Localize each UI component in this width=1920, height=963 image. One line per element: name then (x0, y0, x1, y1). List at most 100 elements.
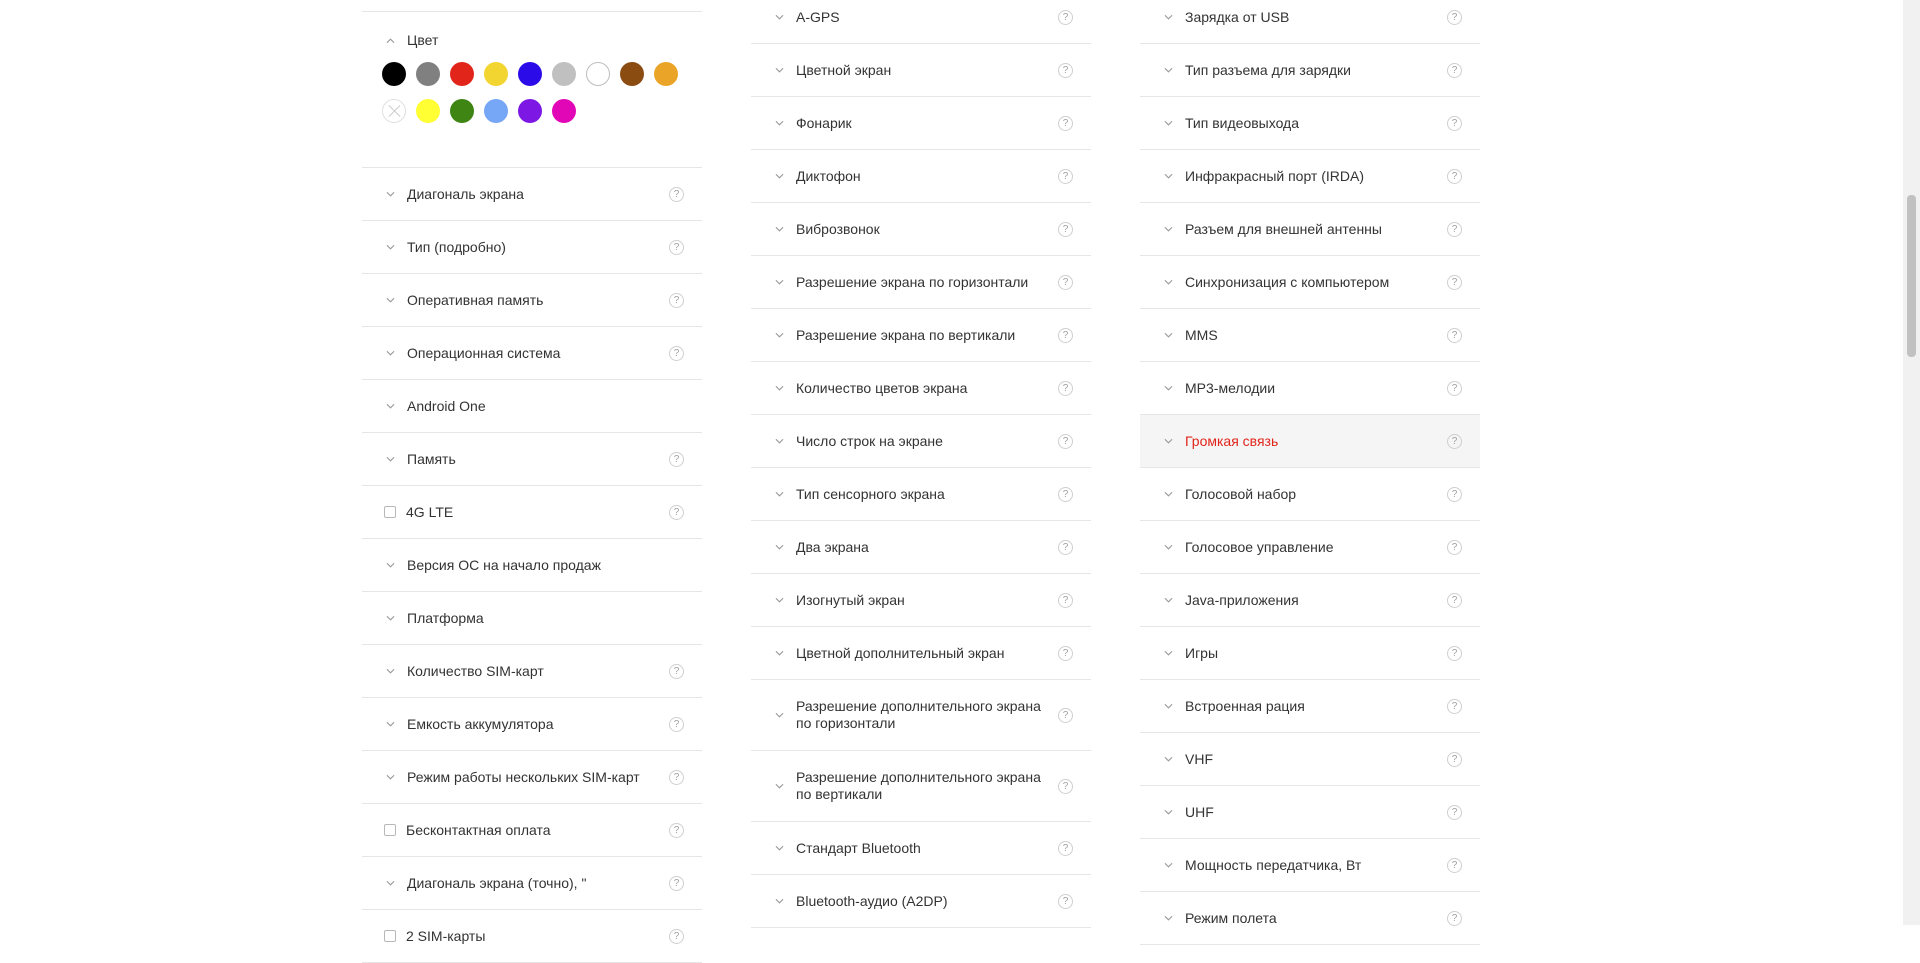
help-icon[interactable]: ? (1058, 62, 1073, 78)
filter-row[interactable]: Фонарик? (751, 97, 1091, 150)
help-icon[interactable]: ? (1058, 327, 1073, 343)
filter-row[interactable]: A-GPS? (751, 0, 1091, 44)
help-icon[interactable]: ? (1058, 9, 1073, 25)
help-icon[interactable]: ? (1447, 698, 1462, 714)
filter-row[interactable]: Диктофон? (751, 150, 1091, 203)
filter-row[interactable]: Диагональ экрана (точно), "? (362, 857, 702, 910)
help-icon[interactable]: ? (1447, 645, 1462, 661)
filter-row[interactable]: Диагональ экрана? (362, 168, 702, 221)
filter-row[interactable]: VHF? (1140, 733, 1480, 786)
filter-row[interactable]: Виброзвонок? (751, 203, 1091, 256)
filter-row[interactable]: Версия ОС на начало продаж (362, 539, 702, 592)
color-filter-header[interactable]: Цвет (382, 32, 448, 49)
help-icon[interactable]: ? (1447, 857, 1462, 873)
filter-row[interactable]: Цветной дополнительный экран? (751, 627, 1091, 680)
color-swatch-none[interactable] (382, 99, 406, 123)
color-swatch[interactable] (416, 62, 440, 86)
filter-row[interactable]: Два экрана? (751, 521, 1091, 574)
filter-row[interactable]: Изогнутый экран? (751, 574, 1091, 627)
filter-checkbox[interactable] (384, 506, 396, 518)
filter-row[interactable]: Память? (362, 433, 702, 486)
filter-checkbox[interactable] (384, 824, 396, 836)
filter-row[interactable]: Громкая связь? (1140, 415, 1480, 468)
help-icon[interactable]: ? (1447, 910, 1462, 926)
filter-row[interactable]: Разрешение дополнительного экрана по вер… (751, 751, 1091, 822)
filter-row[interactable]: Зарядка от USB? (1140, 0, 1480, 44)
filter-checkbox-row[interactable]: 2 SIM-карты? (362, 910, 702, 963)
help-icon[interactable]: ? (1447, 433, 1462, 449)
color-swatch[interactable] (518, 99, 542, 123)
help-icon[interactable]: ? (1058, 486, 1073, 502)
filter-row[interactable]: Тип (подробно)? (362, 221, 702, 274)
help-icon[interactable]: ? (1447, 539, 1462, 555)
filter-row[interactable]: Стандарт Bluetooth? (751, 822, 1091, 875)
filter-row[interactable]: Разрешение экрана по горизонтали? (751, 256, 1091, 309)
help-icon[interactable]: ? (1058, 380, 1073, 396)
help-icon[interactable]: ? (1447, 168, 1462, 184)
help-icon[interactable]: ? (1447, 274, 1462, 290)
filter-row[interactable]: Голосовой набор? (1140, 468, 1480, 521)
color-swatch[interactable] (518, 62, 542, 86)
help-icon[interactable]: ? (669, 928, 684, 944)
filter-row[interactable]: Тип разъема для зарядки? (1140, 44, 1480, 97)
help-icon[interactable]: ? (669, 875, 684, 891)
filter-checkbox-row[interactable]: 4G LTE? (362, 486, 702, 539)
help-icon[interactable]: ? (1447, 751, 1462, 767)
filter-row[interactable]: Режим работы нескольких SIM-карт? (362, 751, 702, 804)
help-icon[interactable]: ? (669, 822, 684, 838)
filter-row[interactable]: Bluetooth-аудио (A2DP)? (751, 875, 1091, 928)
help-icon[interactable]: ? (1058, 645, 1073, 661)
help-icon[interactable]: ? (1447, 9, 1462, 25)
help-icon[interactable]: ? (1058, 115, 1073, 131)
help-icon[interactable]: ? (669, 769, 684, 785)
color-swatch[interactable] (382, 62, 406, 86)
help-icon[interactable]: ? (1447, 62, 1462, 78)
help-icon[interactable]: ? (1058, 840, 1073, 856)
filter-row[interactable]: MP3-мелодии? (1140, 362, 1480, 415)
help-icon[interactable]: ? (669, 504, 684, 520)
help-icon[interactable]: ? (1447, 804, 1462, 820)
filter-row[interactable]: Голосовое управление? (1140, 521, 1480, 574)
color-swatch[interactable] (586, 62, 610, 86)
filter-row[interactable]: Операционная система? (362, 327, 702, 380)
scrollbar-thumb[interactable] (1907, 195, 1916, 357)
filter-row[interactable]: Android One (362, 380, 702, 433)
color-swatch[interactable] (484, 62, 508, 86)
help-icon[interactable]: ? (669, 663, 684, 679)
filter-row[interactable]: Емкость аккумулятора? (362, 698, 702, 751)
filter-row[interactable]: Java-приложения? (1140, 574, 1480, 627)
help-icon[interactable]: ? (1058, 592, 1073, 608)
filter-row[interactable]: Разрешение дополнительного экрана по гор… (751, 680, 1091, 751)
color-swatch[interactable] (552, 62, 576, 86)
help-icon[interactable]: ? (1447, 221, 1462, 237)
help-icon[interactable]: ? (1447, 327, 1462, 343)
help-icon[interactable]: ? (1058, 539, 1073, 555)
filter-row[interactable]: Цветной экран? (751, 44, 1091, 97)
help-icon[interactable]: ? (1447, 115, 1462, 131)
filter-row[interactable]: Инфракрасный порт (IRDA)? (1140, 150, 1480, 203)
filter-row[interactable]: Мощность передатчика, Вт? (1140, 839, 1480, 892)
color-swatch[interactable] (450, 99, 474, 123)
filter-row[interactable]: Оперативная память? (362, 274, 702, 327)
color-swatch[interactable] (416, 99, 440, 123)
filter-row[interactable]: Платформа (362, 592, 702, 645)
help-icon[interactable]: ? (1058, 221, 1073, 237)
filter-row[interactable]: UHF? (1140, 786, 1480, 839)
help-icon[interactable]: ? (669, 239, 684, 255)
help-icon[interactable]: ? (669, 292, 684, 308)
help-icon[interactable]: ? (1058, 893, 1073, 909)
help-icon[interactable]: ? (1058, 778, 1073, 794)
filter-row[interactable]: Количество цветов экрана? (751, 362, 1091, 415)
filter-row[interactable]: Количество SIM-карт? (362, 645, 702, 698)
color-swatch[interactable] (484, 99, 508, 123)
filter-row[interactable]: Встроенная рация? (1140, 680, 1480, 733)
filter-row[interactable]: Синхронизация с компьютером? (1140, 256, 1480, 309)
help-icon[interactable]: ? (669, 345, 684, 361)
filter-row[interactable]: Тип видеовыхода? (1140, 97, 1480, 150)
color-swatch[interactable] (654, 62, 678, 86)
help-icon[interactable]: ? (1447, 380, 1462, 396)
page-scrollbar[interactable] (1903, 0, 1920, 925)
filter-row[interactable]: Разъем для внешней антенны? (1140, 203, 1480, 256)
help-icon[interactable]: ? (669, 186, 684, 202)
filter-row[interactable]: Игры? (1140, 627, 1480, 680)
